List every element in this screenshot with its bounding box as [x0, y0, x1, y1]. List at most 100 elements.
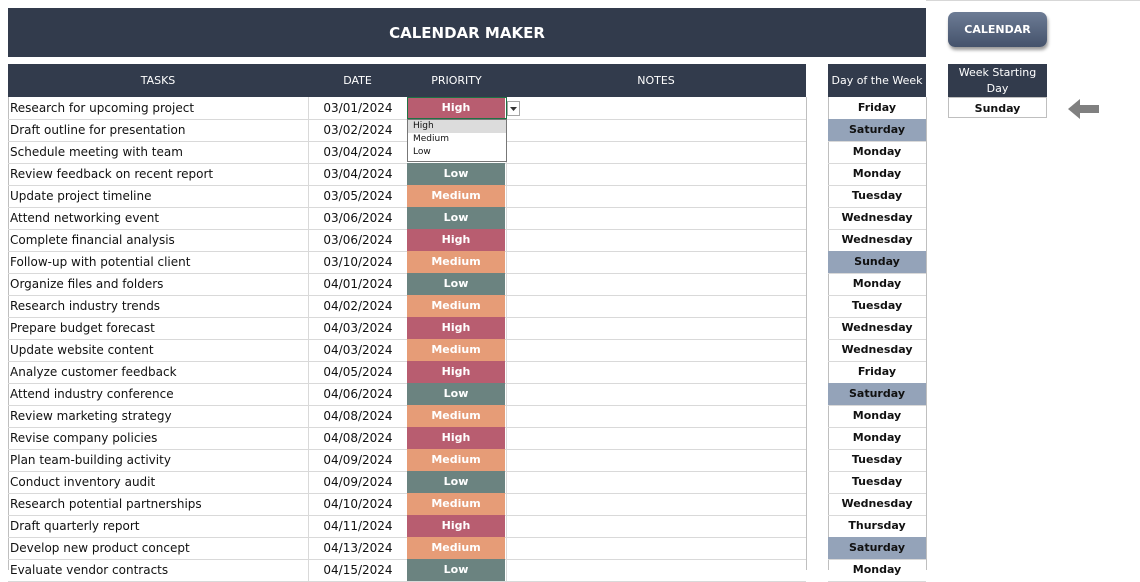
notes-cell[interactable] — [506, 273, 807, 295]
week-starting-value[interactable]: Sunday — [948, 97, 1047, 118]
date-cell[interactable]: 04/13/2024 — [308, 537, 407, 559]
notes-cell[interactable] — [506, 317, 807, 339]
date-cell[interactable]: 04/03/2024 — [308, 317, 407, 339]
priority-cell[interactable]: Medium — [407, 537, 505, 559]
task-cell[interactable]: Update website content — [10, 339, 308, 361]
date-cell[interactable]: 03/04/2024 — [308, 163, 407, 185]
task-cell[interactable]: Schedule meeting with team — [10, 141, 308, 163]
dropdown-button[interactable] — [507, 101, 520, 116]
priority-cell[interactable]: High — [407, 515, 505, 537]
date-cell[interactable]: 04/09/2024 — [308, 471, 407, 493]
notes-cell[interactable] — [506, 471, 807, 493]
date-cell[interactable]: 04/08/2024 — [308, 405, 407, 427]
date-cell[interactable]: 04/15/2024 — [308, 559, 407, 581]
priority-cell[interactable]: High — [407, 427, 505, 449]
notes-cell[interactable] — [506, 515, 807, 537]
priority-cell[interactable]: Medium — [407, 185, 505, 207]
date-cell[interactable]: 04/06/2024 — [308, 383, 407, 405]
task-cell[interactable]: Plan team-building activity — [10, 449, 308, 471]
dropdown-option-high[interactable]: High — [408, 120, 506, 133]
priority-cell[interactable]: Medium — [407, 405, 505, 427]
task-cell[interactable]: Review feedback on recent report — [10, 163, 308, 185]
notes-cell[interactable] — [506, 295, 807, 317]
table-row: Attend networking event 03/06/2024 Low — [8, 207, 806, 230]
day-of-week-cell: Wednesday — [828, 317, 926, 340]
task-cell[interactable]: Draft outline for presentation — [10, 119, 308, 141]
priority-cell[interactable]: Low — [407, 207, 505, 229]
notes-cell[interactable] — [506, 119, 807, 141]
notes-cell[interactable] — [506, 339, 807, 361]
priority-cell[interactable]: Low — [407, 383, 505, 405]
task-cell[interactable]: Review marketing strategy — [10, 405, 308, 427]
task-cell[interactable]: Develop new product concept — [10, 537, 308, 559]
task-cell[interactable]: Research potential partnerships — [10, 493, 308, 515]
task-cell[interactable]: Draft quarterly report — [10, 515, 308, 537]
date-cell[interactable]: 03/10/2024 — [308, 251, 407, 273]
date-cell[interactable]: 03/06/2024 — [308, 207, 407, 229]
notes-cell[interactable] — [506, 559, 807, 581]
task-cell[interactable]: Analyze customer feedback — [10, 361, 308, 383]
day-of-week-cell: Wednesday — [828, 229, 926, 252]
notes-cell[interactable] — [506, 361, 807, 383]
date-cell[interactable]: 04/09/2024 — [308, 449, 407, 471]
dow-right-border — [926, 97, 927, 570]
notes-cell[interactable] — [506, 383, 807, 405]
notes-cell[interactable] — [506, 97, 807, 119]
notes-cell[interactable] — [506, 141, 807, 163]
task-cell[interactable]: Prepare budget forecast — [10, 317, 308, 339]
notes-cell[interactable] — [506, 185, 807, 207]
task-cell[interactable]: Evaluate vendor contracts — [10, 559, 308, 581]
notes-cell[interactable] — [506, 537, 807, 559]
notes-cell[interactable] — [506, 493, 807, 515]
task-cell[interactable]: Organize files and folders — [10, 273, 308, 295]
date-cell[interactable]: 04/08/2024 — [308, 427, 407, 449]
calendar-button[interactable]: CALENDAR — [948, 12, 1047, 47]
task-cell[interactable]: Attend networking event — [10, 207, 308, 229]
table-row: Organize files and folders 04/01/2024 Low — [8, 273, 806, 296]
priority-cell[interactable]: Medium — [407, 339, 505, 361]
date-cell[interactable]: 04/01/2024 — [308, 273, 407, 295]
priority-cell[interactable]: High — [407, 317, 505, 339]
selected-cell-outline — [407, 97, 507, 119]
task-cell[interactable]: Research industry trends — [10, 295, 308, 317]
notes-cell[interactable] — [506, 229, 807, 251]
priority-cell[interactable]: Medium — [407, 493, 505, 515]
date-cell[interactable]: 04/02/2024 — [308, 295, 407, 317]
priority-cell[interactable]: Low — [407, 471, 505, 493]
task-cell[interactable]: Follow-up with potential client — [10, 251, 308, 273]
task-cell[interactable]: Research for upcoming project — [10, 97, 308, 119]
date-cell[interactable]: 03/02/2024 — [308, 119, 407, 141]
priority-cell[interactable]: Medium — [407, 295, 505, 317]
priority-cell[interactable]: Medium — [407, 449, 505, 471]
priority-cell[interactable]: High — [407, 361, 505, 383]
dropdown-option-low[interactable]: Low — [408, 146, 506, 159]
notes-cell[interactable] — [506, 163, 807, 185]
date-cell[interactable]: 03/04/2024 — [308, 141, 407, 163]
date-cell[interactable]: 04/10/2024 — [308, 493, 407, 515]
task-cell[interactable]: Update project timeline — [10, 185, 308, 207]
priority-cell[interactable]: Low — [407, 559, 505, 581]
dropdown-option-medium[interactable]: Medium — [408, 133, 506, 146]
date-cell[interactable]: 04/03/2024 — [308, 339, 407, 361]
date-cell[interactable]: 04/05/2024 — [308, 361, 407, 383]
notes-cell[interactable] — [506, 251, 807, 273]
priority-cell[interactable]: High — [407, 229, 505, 251]
notes-cell[interactable] — [506, 449, 807, 471]
task-cell[interactable]: Conduct inventory audit — [10, 471, 308, 493]
date-cell[interactable]: 04/11/2024 — [308, 515, 407, 537]
task-cell[interactable]: Complete financial analysis — [10, 229, 308, 251]
day-of-week-cell: Tuesday — [828, 185, 926, 208]
priority-cell[interactable]: Low — [407, 273, 505, 295]
notes-cell[interactable] — [506, 427, 807, 449]
notes-cell[interactable] — [506, 405, 807, 427]
date-cell[interactable]: 03/06/2024 — [308, 229, 407, 251]
priority-cell[interactable]: Medium — [407, 251, 505, 273]
date-cell[interactable]: 03/01/2024 — [308, 97, 407, 119]
date-header: DATE — [343, 74, 372, 87]
task-cell[interactable]: Attend industry conference — [10, 383, 308, 405]
notes-cell[interactable] — [506, 207, 807, 229]
date-cell[interactable]: 03/05/2024 — [308, 185, 407, 207]
table-row: Attend industry conference 04/06/2024 Low — [8, 383, 806, 406]
task-cell[interactable]: Revise company policies — [10, 427, 308, 449]
priority-cell[interactable]: Low — [407, 163, 505, 185]
